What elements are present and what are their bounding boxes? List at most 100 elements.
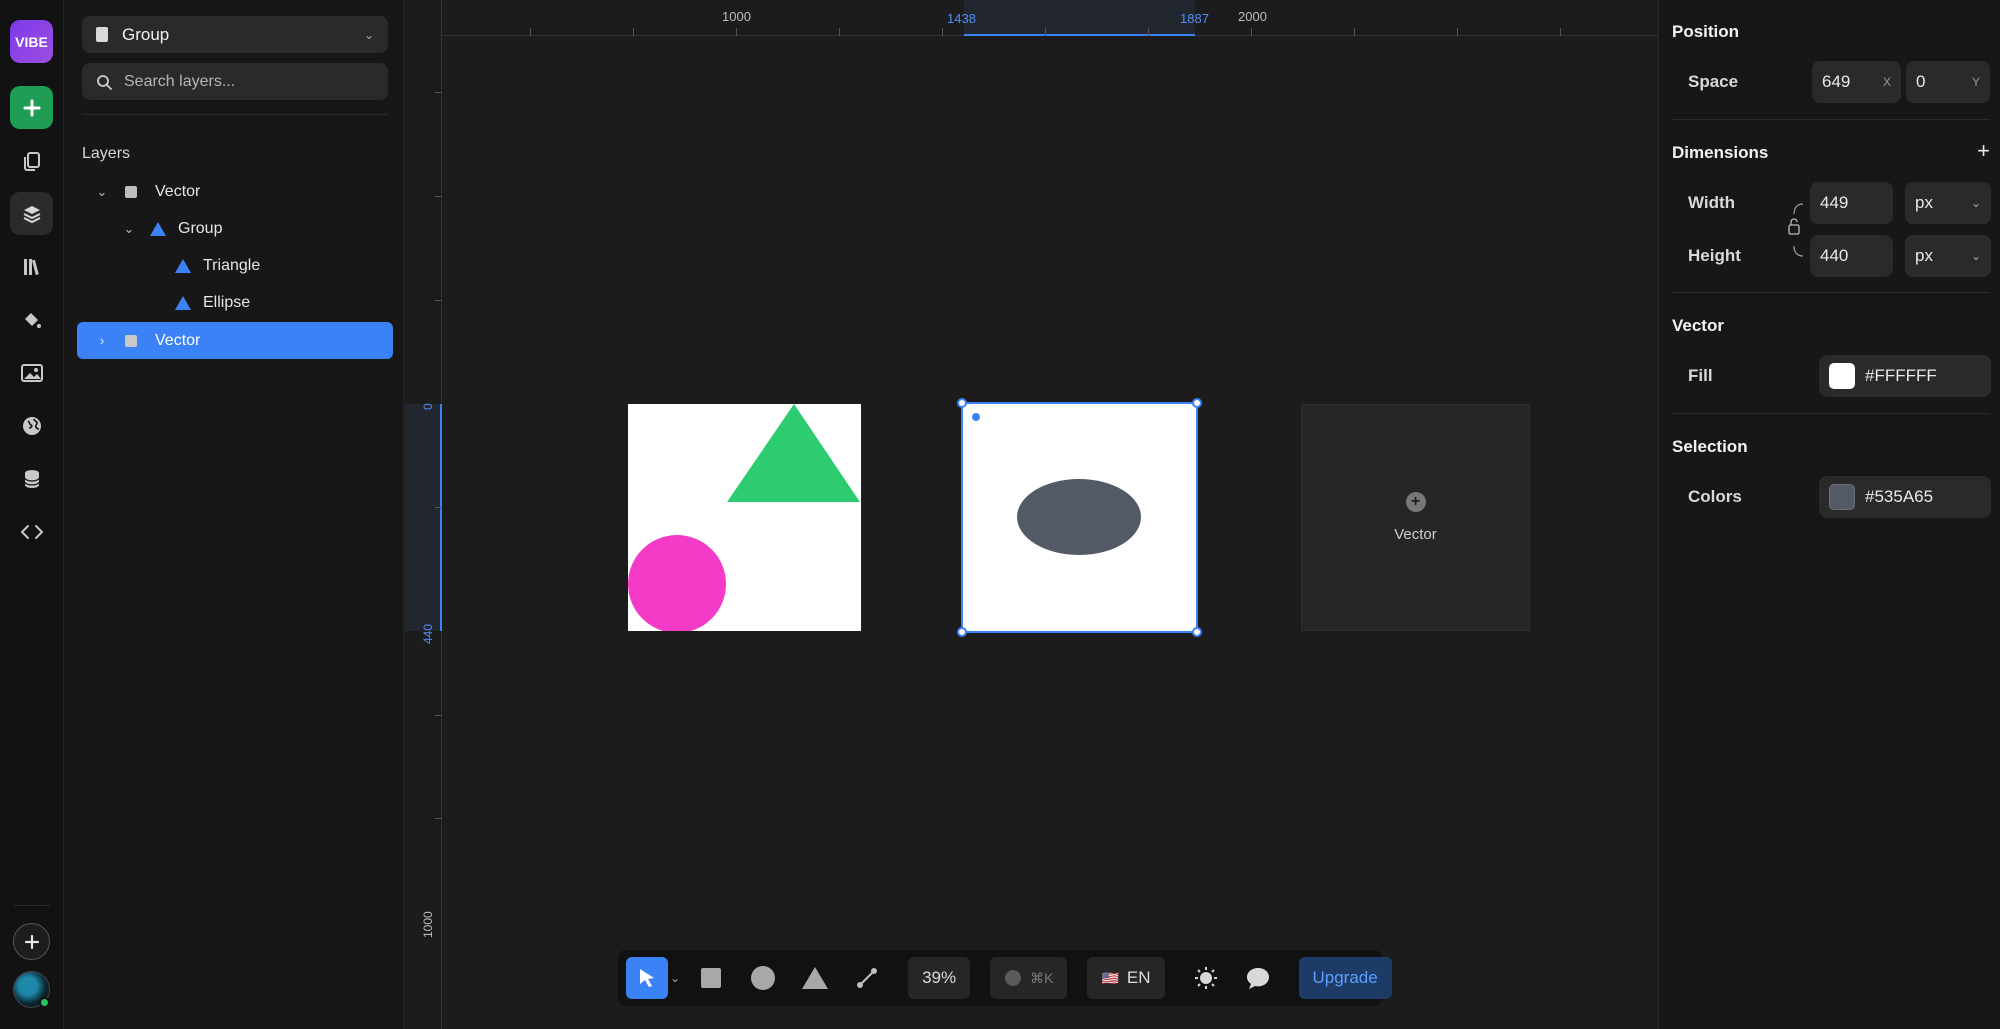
height-label: Height	[1688, 246, 1741, 265]
position-x-value: 649	[1822, 72, 1851, 91]
layer-label: Group	[178, 219, 223, 237]
chevron-right-icon[interactable]: ›	[95, 333, 109, 348]
chevron-down-icon[interactable]: ⌄	[95, 184, 109, 200]
fill-color-field[interactable]: #FFFFFF	[1819, 355, 1991, 397]
database-button[interactable]	[10, 457, 53, 500]
ellipse-tool-button[interactable]	[742, 957, 784, 999]
position-section-title: Position	[1672, 22, 1740, 41]
width-value: 449	[1820, 193, 1849, 212]
layer-row-triangle[interactable]: Triangle	[77, 247, 393, 284]
pages-button[interactable]	[10, 139, 53, 182]
layer-search[interactable]	[82, 63, 388, 100]
horizontal-ruler: 1000 1438 1887 2000	[405, 0, 1658, 36]
resize-handle-sw[interactable]	[957, 627, 967, 637]
fill-value: #FFFFFF	[1865, 366, 1937, 385]
width-unit-select[interactable]: px ⌄	[1905, 182, 1991, 224]
chevron-down-icon[interactable]: ⌄	[670, 971, 680, 985]
ruler-label-selection-start: 1438	[947, 11, 976, 26]
code-button[interactable]	[10, 510, 53, 553]
colors-label: Colors	[1688, 487, 1742, 506]
space-label: Space	[1688, 72, 1739, 91]
selection-swatch[interactable]	[1829, 484, 1855, 510]
library-button[interactable]	[10, 245, 53, 288]
vector-frame-selected[interactable]	[957, 398, 1202, 637]
group-shapes	[628, 404, 860, 631]
layer-row-group[interactable]: ⌄ Group	[77, 210, 393, 247]
resize-handle-se[interactable]	[1192, 627, 1202, 637]
green-triangle[interactable]	[727, 404, 860, 502]
height-field[interactable]: 440	[1810, 235, 1893, 277]
fill-label: Fill	[1688, 366, 1713, 385]
layer-row-vector-selected[interactable]: › Vector	[77, 322, 393, 359]
search-input[interactable]	[124, 72, 364, 91]
section-divider	[1672, 292, 1990, 293]
resize-handle-nw[interactable]	[957, 398, 967, 408]
pen-tool-button[interactable]	[846, 957, 888, 999]
language-label: EN	[1126, 968, 1151, 987]
rectangle-tool-button[interactable]	[690, 957, 732, 999]
height-value: 440	[1820, 246, 1849, 265]
chevron-down-icon: ⌄	[1970, 249, 1981, 263]
placeholder-label: Vector	[1394, 526, 1437, 543]
chevron-down-icon[interactable]: ⌄	[122, 221, 136, 237]
triangle-layer-icon	[175, 295, 191, 310]
globe-button[interactable]	[10, 404, 53, 447]
width-field[interactable]: 449	[1810, 182, 1893, 224]
layers-button[interactable]	[10, 192, 53, 235]
triangle-layer-icon	[150, 221, 166, 236]
selection-color-field[interactable]: #535A65	[1819, 476, 1991, 518]
upgrade-button[interactable]: Upgrade	[1298, 957, 1392, 999]
design-canvas[interactable]: 1000 1438 1887 2000 0 440 1000 + Vector	[405, 0, 1658, 1029]
icon-rail: VIBE	[0, 0, 64, 1029]
vector-frame-group[interactable]	[628, 404, 861, 631]
pink-circle[interactable]	[628, 535, 726, 631]
ruler-label: 1000	[421, 911, 435, 938]
command-search-button[interactable]: ⌘K	[990, 957, 1068, 999]
user-avatar[interactable]	[13, 971, 50, 1008]
add-dimension-button[interactable]: +	[1977, 138, 1990, 164]
database-icon	[23, 469, 40, 488]
layer-row-ellipse[interactable]: Ellipse	[77, 284, 393, 321]
layer-label: Triangle	[203, 256, 261, 274]
fill-swatch[interactable]	[1829, 363, 1855, 389]
ruler-selection-line	[440, 404, 442, 631]
resize-handle-ne[interactable]	[1192, 398, 1202, 408]
add-button[interactable]	[10, 86, 53, 129]
page-select[interactable]: Group ⌄	[82, 16, 388, 53]
library-icon	[23, 258, 39, 275]
search-icon	[1005, 970, 1022, 986]
zoom-level[interactable]: 39%	[908, 957, 971, 999]
vector-section-title: Vector	[1672, 316, 1724, 335]
aspect-lock-icon[interactable]	[1787, 200, 1807, 260]
vector-layer-icon	[125, 334, 137, 347]
path-icon	[857, 968, 878, 988]
search-icon	[97, 74, 112, 90]
triangle-tool-button[interactable]	[794, 957, 836, 999]
plus-circle-icon: +	[1405, 492, 1426, 512]
fill-button[interactable]	[10, 298, 53, 341]
height-unit-select[interactable]: px ⌄	[1905, 235, 1991, 277]
position-y-field[interactable]: 0 Y	[1906, 61, 1990, 103]
ruler-label: 2000	[1238, 9, 1267, 24]
gray-ellipse[interactable]	[1017, 479, 1141, 555]
vector-layer-icon	[125, 185, 137, 198]
corner-radius-handle[interactable]	[972, 413, 980, 421]
comments-button[interactable]	[1237, 957, 1279, 999]
theme-toggle-button[interactable]	[1185, 957, 1227, 999]
position-y-value: 0	[1916, 72, 1926, 91]
vertical-ruler: 0 440 1000	[405, 0, 442, 1029]
width-label: Width	[1688, 193, 1736, 212]
document-icon	[96, 27, 108, 42]
app-logo[interactable]: VIBE	[10, 20, 53, 63]
position-x-field[interactable]: 649 X	[1812, 61, 1901, 103]
select-tool-button[interactable]	[626, 957, 668, 999]
language-button[interactable]: 🇺🇸 EN	[1087, 957, 1165, 999]
add-workspace-button[interactable]	[13, 923, 50, 960]
section-divider	[1672, 119, 1990, 120]
layer-row-vector[interactable]: ⌄ Vector	[77, 173, 393, 210]
section-divider	[1672, 413, 1990, 414]
height-unit-value: px	[1915, 246, 1933, 265]
image-button[interactable]	[10, 351, 53, 394]
plus-icon	[23, 99, 40, 116]
vector-placeholder[interactable]: + Vector	[1301, 404, 1530, 631]
